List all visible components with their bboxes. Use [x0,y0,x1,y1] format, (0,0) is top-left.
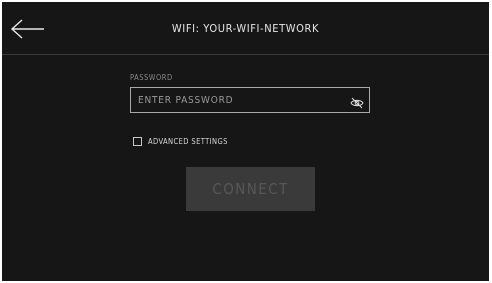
advanced-settings-label: ADVANCED SETTINGS [148,136,228,146]
eye-slash-icon [350,97,364,109]
page-title: WIFI: YOUR-WIFI-NETWORK [171,22,320,35]
toggle-password-visibility-button[interactable] [350,94,364,109]
password-label: PASSWORD [130,73,173,82]
password-input[interactable] [131,88,346,112]
advanced-settings-checkbox[interactable] [133,136,142,146]
password-field[interactable] [130,87,370,113]
connect-button[interactable]: CONNECT [186,167,315,211]
header-bar: WIFI: YOUR-WIFI-NETWORK [2,2,489,55]
wifi-password-screen: WIFI: YOUR-WIFI-NETWORK PASSWORD ADVANCE… [2,2,489,281]
advanced-settings-toggle[interactable]: ADVANCED SETTINGS [133,135,228,147]
